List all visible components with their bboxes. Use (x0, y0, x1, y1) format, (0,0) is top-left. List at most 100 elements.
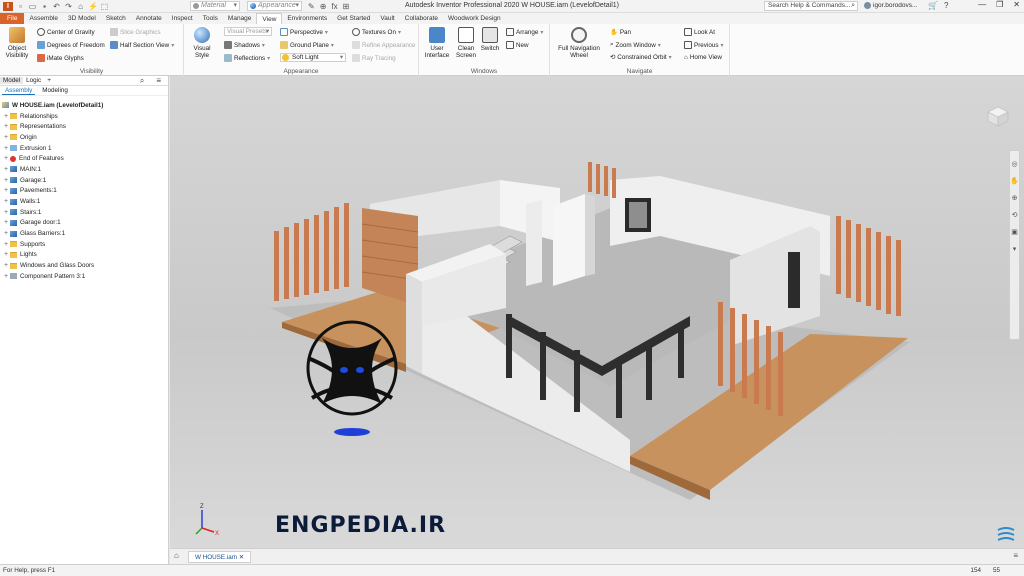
tree-item[interactable]: + Windows and Glass Doors (0, 260, 168, 271)
tab-3d-model[interactable]: 3D Model (63, 13, 101, 24)
zoom-window-button[interactable]: ⌕ Zoom Window ▾ (610, 41, 661, 49)
tree-item[interactable]: + Representations (0, 121, 168, 132)
tree-item[interactable]: + Garage door:1 (0, 218, 168, 229)
new-file-icon[interactable]: ▫ (16, 2, 25, 11)
expand-icon[interactable]: + (2, 241, 10, 248)
tab-model[interactable]: Model (0, 77, 24, 84)
tab-woodwork-design[interactable]: Woodwork Design (443, 13, 506, 24)
nav-look-at-icon[interactable]: ▣ (1010, 228, 1019, 236)
user-interface-button[interactable]: User Interface (423, 27, 451, 59)
half-section-view-button[interactable]: Half Section View ▾ (110, 41, 174, 49)
lighting-style-select[interactable]: Soft Light (280, 53, 346, 62)
undo-icon[interactable]: ↶ (52, 2, 61, 11)
refine-appearance-button[interactable]: Refine Appearance (352, 41, 416, 49)
tree-item[interactable]: + Pavements:1 (0, 186, 168, 197)
tab-sketch[interactable]: Sketch (101, 13, 131, 24)
tree-item[interactable]: + Stairs:1 (0, 207, 168, 218)
home-view-button[interactable]: ⌂ Home View (684, 54, 722, 61)
inventor-logo-icon[interactable]: I (3, 2, 13, 11)
tree-item[interactable]: + Glass Barriers:1 (0, 228, 168, 239)
tab-assemble[interactable]: Assemble (24, 13, 63, 24)
perspective-button[interactable]: Perspective ▾ (280, 28, 328, 36)
subtab-modeling[interactable]: Modeling (39, 87, 71, 94)
tree-item[interactable]: + Extrusion 1 (0, 143, 168, 154)
expand-icon[interactable]: + (2, 134, 10, 141)
menu-icon[interactable]: ≡ (153, 76, 164, 86)
close-tab-icon[interactable]: ✕ (239, 554, 244, 561)
expand-icon[interactable]: + (2, 155, 10, 162)
imate-glyphs-button[interactable]: iMate Glyphs (37, 54, 84, 62)
expand-icon[interactable]: + (2, 166, 10, 173)
tree-item[interactable]: + Lights (0, 250, 168, 261)
cart-icon[interactable]: 🛒 (928, 1, 938, 10)
tree-item[interactable]: + Garage:1 (0, 175, 168, 186)
tab-file[interactable]: File (0, 13, 25, 24)
clear-override-icon[interactable]: ✎ (308, 2, 315, 11)
constrained-orbit-button[interactable]: ⟲ Constrained Orbit ▾ (610, 54, 672, 61)
switch-button[interactable]: Switch (479, 27, 501, 52)
tab-view[interactable]: View (256, 13, 283, 24)
help-search-input[interactable]: Search Help & Commands... ⌕ (764, 1, 858, 11)
tab-inspect[interactable]: Inspect (167, 13, 198, 24)
visual-style-button[interactable]: Visual Style (187, 27, 217, 59)
fx-icon[interactable]: fx (331, 2, 337, 11)
house-model-3d[interactable] (170, 76, 1024, 548)
tab-tools[interactable]: Tools (198, 13, 223, 24)
add-tab-icon[interactable]: + (44, 77, 54, 84)
tab-logic[interactable]: Logic (23, 77, 44, 84)
open-icon[interactable]: ▭ (28, 2, 37, 11)
nav-wheel-icon[interactable]: ◎ (1010, 160, 1019, 168)
redo-icon[interactable]: ↷ (64, 2, 73, 11)
expand-icon[interactable]: + (2, 273, 10, 280)
degrees-of-freedom-button[interactable]: Degrees of Freedom (37, 41, 105, 49)
document-tab[interactable]: W HOUSE.iam ✕ (188, 551, 252, 563)
home-tab-icon[interactable]: ⌂ (174, 551, 179, 560)
tree-item[interactable]: + Walls:1 (0, 196, 168, 207)
expand-icon[interactable]: + (2, 219, 10, 226)
tab-collaborate[interactable]: Collaborate (400, 13, 443, 24)
adjust-icon[interactable]: ⊕ (320, 2, 327, 11)
tree-root[interactable]: W HOUSE.iam (LevelofDetail1) (0, 100, 168, 111)
expand-icon[interactable]: + (2, 113, 10, 120)
tab-vault[interactable]: Vault (375, 13, 399, 24)
close-icon[interactable]: ✕ (1013, 0, 1020, 9)
reflections-button[interactable]: Reflections ▾ (224, 54, 270, 62)
pan-button[interactable]: ✋ Pan (610, 28, 631, 37)
tree-item[interactable]: + Relationships (0, 111, 168, 122)
expand-icon[interactable]: + (2, 251, 10, 258)
look-at-button[interactable]: Look At (684, 28, 715, 36)
viewcube[interactable] (984, 104, 1012, 128)
search-icon[interactable]: ⌕ (137, 76, 147, 86)
ray-tracing-button[interactable]: Ray Tracing (352, 54, 396, 62)
object-visibility-button[interactable]: Object Visibility (3, 27, 31, 59)
visual-presets-select[interactable]: Visual Presets (224, 27, 272, 36)
textures-on-button[interactable]: Textures On ▾ (352, 28, 401, 36)
expand-icon[interactable]: + (2, 145, 10, 152)
home-icon[interactable]: ⌂ (76, 2, 85, 11)
nav-zoom-icon[interactable]: ⊕ (1010, 194, 1019, 202)
slice-graphics-button[interactable]: Slice Graphics (110, 28, 161, 36)
update-icon[interactable]: ⚡ (88, 2, 98, 11)
nav-pan-icon[interactable]: ✋ (1010, 177, 1019, 185)
tree-item[interactable]: + End of Features (0, 153, 168, 164)
expand-icon[interactable]: + (2, 177, 10, 184)
tree-item[interactable]: + Component Pattern 3:1 (0, 271, 168, 282)
expand-icon[interactable]: + (2, 198, 10, 205)
select-icon[interactable]: ⬚ (100, 2, 109, 11)
clean-screen-button[interactable]: Clean Screen (453, 27, 479, 59)
shadows-button[interactable]: Shadows ▾ (224, 41, 265, 49)
tab-get-started[interactable]: Get Started (332, 13, 375, 24)
new-window-button[interactable]: New (506, 41, 529, 49)
tab-environments[interactable]: Environments (282, 13, 332, 24)
nav-settings-icon[interactable]: ▾ (1010, 245, 1019, 253)
graphics-viewport[interactable]: ENGPEDIA.IR Z X ↖ (170, 76, 1024, 548)
expand-icon[interactable]: + (2, 262, 10, 269)
center-of-gravity-button[interactable]: Center of Gravity (37, 28, 95, 36)
expand-icon[interactable]: + (2, 209, 10, 216)
tab-annotate[interactable]: Annotate (131, 13, 167, 24)
ground-plane-button[interactable]: Ground Plane ▾ (280, 41, 334, 49)
save-icon[interactable]: ▪ (40, 2, 49, 11)
tree-item[interactable]: + Supports (0, 239, 168, 250)
help-icon[interactable]: ? (944, 1, 948, 10)
user-account[interactable]: igor.borodovs... (864, 2, 917, 9)
